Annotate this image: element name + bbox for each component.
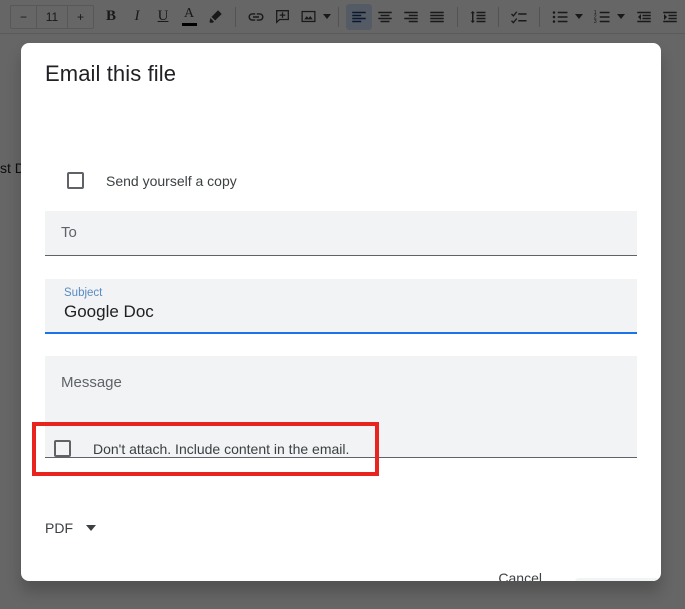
send-yourself-copy-checkbox-row[interactable]: Send yourself a copy (67, 172, 237, 189)
to-field-placeholder: To (61, 224, 77, 241)
send-yourself-copy-label: Send yourself a copy (106, 172, 237, 189)
send-button: Send (575, 578, 659, 581)
format-select[interactable]: PDF (45, 520, 96, 536)
cancel-button[interactable]: Cancel (490, 562, 550, 581)
chevron-down-icon (86, 525, 96, 531)
to-field[interactable]: To (45, 211, 637, 256)
send-yourself-copy-checkbox[interactable] (67, 172, 84, 189)
subject-field-value[interactable]: Google Doc (64, 302, 154, 322)
dont-attach-checkbox-row[interactable]: Don't attach. Include content in the ema… (54, 440, 349, 457)
email-this-file-dialog: Email this file Send yourself a copy To … (21, 43, 661, 581)
dont-attach-checkbox[interactable] (54, 440, 71, 457)
dont-attach-label: Don't attach. Include content in the ema… (93, 440, 350, 457)
format-select-value: PDF (45, 520, 73, 536)
dialog-title: Email this file (45, 61, 177, 86)
subject-field-label: Subject (64, 287, 103, 299)
message-field-placeholder: Message (61, 374, 122, 391)
subject-field[interactable]: Subject Google Doc (45, 279, 637, 334)
